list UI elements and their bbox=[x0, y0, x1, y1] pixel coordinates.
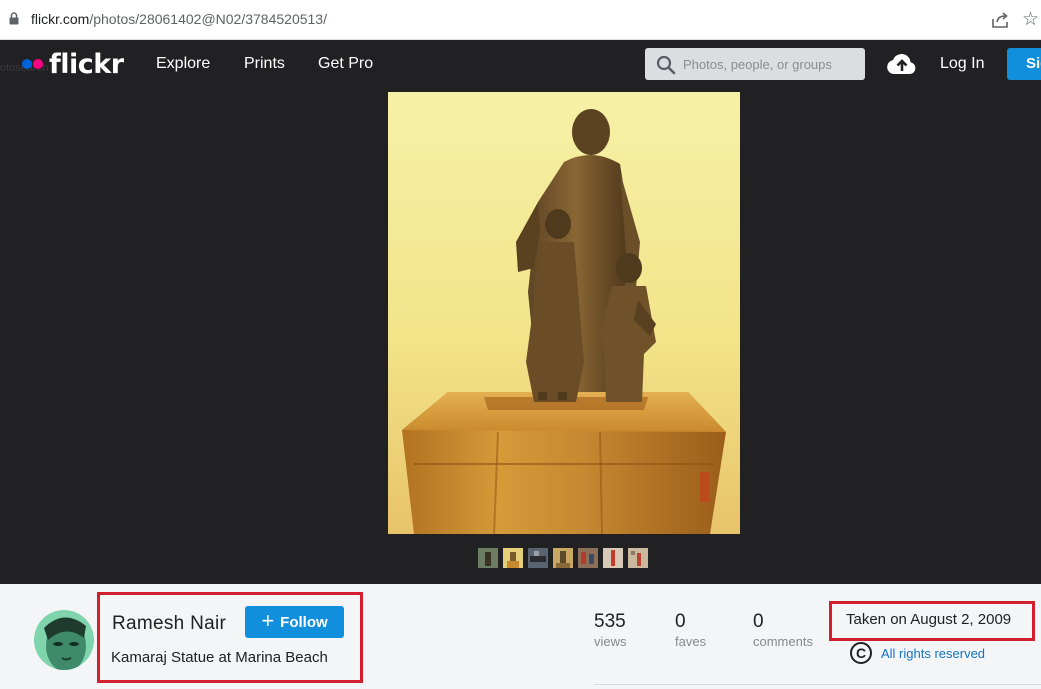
rights-link[interactable]: All rights reserved bbox=[881, 646, 985, 661]
photo-stage bbox=[0, 90, 1041, 584]
bookmark-star-icon[interactable]: ☆ bbox=[1022, 9, 1039, 29]
main-photo[interactable] bbox=[388, 92, 740, 534]
browser-address-bar: flickr.com/photos/28061402@N02/378452051… bbox=[0, 0, 1041, 40]
stat-faves: 0 faves bbox=[675, 611, 706, 649]
search-icon bbox=[656, 55, 676, 75]
divider bbox=[594, 684, 1041, 685]
logo-dot-blue bbox=[22, 59, 32, 69]
lock-icon bbox=[9, 12, 19, 25]
stat-views: 535 views bbox=[594, 611, 627, 649]
stat-views-value: 535 bbox=[594, 611, 626, 632]
flickr-logo[interactable]: flickr bbox=[22, 48, 124, 80]
photo-info-panel: Ramesh Nair + Follow Kamaraj Statue at Ma… bbox=[0, 584, 1041, 689]
stat-comments-value: 0 bbox=[753, 611, 764, 632]
follow-button[interactable]: + Follow bbox=[245, 606, 344, 638]
thumbnail-strip bbox=[478, 548, 648, 568]
logo-dot-pink bbox=[33, 59, 43, 69]
stat-faves-label: faves bbox=[675, 634, 707, 649]
nav-get-pro[interactable]: Get Pro bbox=[318, 55, 373, 73]
stat-views-label: views bbox=[594, 634, 627, 649]
nav-explore[interactable]: Explore bbox=[156, 55, 210, 73]
login-link[interactable]: Log In bbox=[940, 55, 984, 73]
search-input[interactable] bbox=[683, 48, 861, 80]
logo-text: flickr bbox=[49, 48, 124, 80]
share-icon[interactable] bbox=[991, 11, 1009, 29]
top-navigation: otosearch flickr Explore Prints Get Pro … bbox=[0, 40, 1041, 90]
thumbnail-6[interactable] bbox=[603, 548, 623, 568]
copyright-icon: C bbox=[850, 642, 872, 664]
thumbnail-5[interactable] bbox=[578, 548, 598, 568]
stat-faves-value: 0 bbox=[675, 611, 686, 632]
upload-cloud-icon[interactable] bbox=[886, 52, 918, 76]
thumbnail-4[interactable] bbox=[553, 548, 573, 568]
thumbnail-7[interactable] bbox=[628, 548, 648, 568]
owner-name[interactable]: Ramesh Nair bbox=[112, 613, 226, 635]
url-domain: flickr.com bbox=[31, 11, 90, 27]
stat-comments-label: comments bbox=[753, 634, 813, 649]
url-field[interactable]: flickr.com/photos/28061402@N02/378452051… bbox=[31, 11, 327, 27]
url-path: /photos/28061402@N02/3784520513/ bbox=[89, 11, 327, 27]
follow-label: Follow bbox=[280, 613, 328, 631]
thumbnail-1[interactable] bbox=[478, 548, 498, 568]
photo-title: Kamaraj Statue at Marina Beach bbox=[111, 649, 328, 666]
nav-prints[interactable]: Prints bbox=[244, 55, 285, 73]
thumbnail-3[interactable] bbox=[528, 548, 548, 568]
search-box[interactable] bbox=[645, 48, 865, 80]
signup-button[interactable]: Sign Up bbox=[1007, 48, 1041, 80]
taken-date[interactable]: Taken on August 2, 2009 bbox=[846, 611, 1011, 628]
plus-icon: + bbox=[261, 608, 275, 633]
avatar[interactable] bbox=[34, 610, 94, 670]
thumbnail-2[interactable] bbox=[503, 548, 523, 568]
stat-comments: 0 comments bbox=[753, 611, 813, 649]
